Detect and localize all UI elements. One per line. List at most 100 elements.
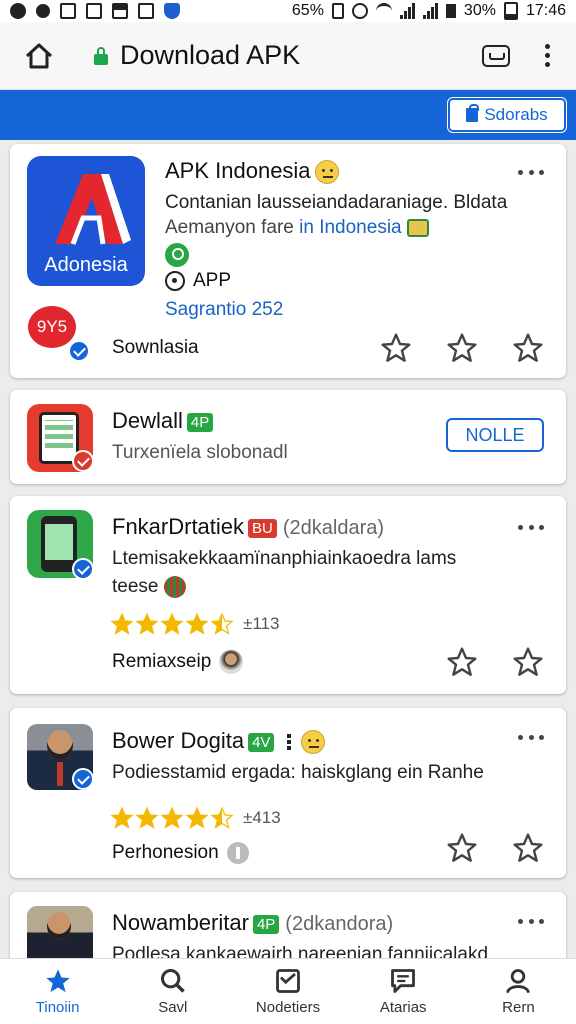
app-description: Contanian lausseiandadaraniage. Bldata [165,192,508,213]
bottom-navigation: Tinoiin Savl Nodetiers Atarias Rern [0,958,576,1024]
app-name-text: FnkarDrtatiek [112,514,245,539]
alarm-icon [351,3,368,19]
rating-stars: ±413 [110,806,281,830]
home-icon [25,43,53,68]
signal-icon-2 [422,3,438,19]
sim-icon [445,4,456,18]
star-outline-icon[interactable] [446,332,478,364]
developer-link[interactable]: Sagrantio 252 [165,299,283,321]
app-name: Bower Dogita 4V [112,728,325,755]
app-description: Ltemisakekkaamïnanphiainkaoedra lams [112,548,457,569]
desc-link[interactable]: in Indonesia [299,217,401,238]
star-outline-icon[interactable] [512,332,544,364]
rating-star-icon [210,806,234,829]
image-icon [138,3,154,19]
nav-label: Tinoiin [35,999,80,1016]
star-outline-icon[interactable] [512,646,544,678]
app-name: APK Indonesia [165,158,339,185]
more-options-button[interactable] [518,916,544,926]
rating-star-icon [185,806,209,829]
app-name-text: Bower Dogita [112,728,245,753]
nav-item-home[interactable]: Tinoiin [0,959,115,1024]
verified-check-icon [72,558,94,580]
neutral-face-icon [300,730,325,755]
app-name: Nowamberitar 4P (2dkandora) [112,910,393,936]
status-bar: 65% 30% 17:46 [0,0,576,22]
battery-percent: 30% [463,2,496,19]
shield-icon [164,3,180,19]
app-subtitle: (2dkaldara) [282,517,385,539]
lock-icon [94,46,108,65]
rating-stars: ±113 [110,612,279,636]
avatar [219,650,244,674]
app-card-fnkardrtatiek[interactable]: FnkarDrtatiek BU (2dkaldara) Ltemisakekkaa… [10,496,566,694]
rating-count: ±413 [243,808,281,827]
location-row [165,243,189,267]
app-footer-label: Remiaxseip [112,651,212,672]
app-name: Dewlall 4P [112,408,214,434]
search-icon [160,968,185,993]
more-options-button[interactable] [518,167,544,177]
location-pin-icon [165,243,189,267]
star-outline-icon[interactable] [446,832,478,864]
desc-continued: teese [112,576,159,598]
signal-icon [399,3,415,19]
nav-item-messages[interactable]: Atarias [346,959,461,1024]
nav-item-search[interactable]: Savl [115,959,230,1024]
version-badge: 4P [186,412,214,432]
menu-button[interactable] [532,36,562,76]
app-name-text: Dewlall [112,408,183,433]
app-card-bower-dogita[interactable]: Bower Dogita 4V Podiesstamid ergada: hais… [10,708,566,878]
verified-check-icon [68,340,90,362]
vibrate-icon [331,3,344,19]
clock: 17:46 [525,2,566,19]
app-type-label: APP [193,270,232,291]
vertical-dots-icon [286,734,291,751]
star-outline-icon[interactable] [446,646,478,678]
rating-star-icon [110,612,134,635]
more-options-button[interactable] [518,732,544,742]
nav-label: Rern [502,999,535,1016]
review-badge: 9Y5 [28,306,76,348]
nav-item-notifications[interactable]: Nodetiers [230,959,345,1024]
battery-text: 65% [291,2,324,19]
rating-star-icon [160,612,184,635]
app-name: FnkarDrtatiek BU (2dkaldara) [112,514,384,540]
neutral-face-icon [314,160,339,185]
rating-star-icon [160,806,184,829]
battery-icon [503,2,518,20]
star-icon [45,969,70,993]
nav-label: Atarias [379,999,427,1016]
home-button[interactable] [14,31,64,81]
rating-star-icon [210,612,234,635]
app-icon-label: Adonesia [44,254,128,276]
nav-item-profile[interactable]: Rern [461,959,576,1024]
app-description-2: teese [112,576,186,598]
app-card-dewlall[interactable]: Dewlall 4P Turxenïela slobonadl NOLLE [10,390,566,484]
tabs-button[interactable] [482,44,510,67]
review-badge-text: 9Y5 [36,317,68,336]
bag-icon [466,104,480,122]
rating-count: ±113 [243,614,280,633]
page-title[interactable]: Download APK [120,40,300,71]
apk-indonesia-app-icon[interactable]: Adonesia [27,156,145,286]
app-footer-label: Sownlasia [112,337,199,358]
star-outline-icon[interactable] [512,832,544,864]
rating-star-icon [135,612,159,635]
store-button[interactable]: Sdorabs [448,98,566,132]
rating-star-icon [135,806,159,829]
app-name-text: Nowamberitar [112,910,249,935]
star-outline-icon[interactable] [380,332,412,364]
settings-icon [36,4,50,18]
app-subtitle: (2dkandora) [285,913,394,935]
app-description: Podiesstamid ergada: haiskglang ein Ranh… [112,762,484,783]
more-options-button[interactable] [518,522,544,532]
version-badge: 4P [252,914,280,934]
install-button[interactable]: NOLLE [446,418,544,452]
app-card-apk-indonesia[interactable]: Adonesia APK Indonesia Contanian laussei… [10,144,566,378]
app-icon [86,3,102,19]
app-type-row: APP [165,270,231,292]
nav-label: Savl [158,999,188,1016]
store-button-label: Sdorabs [484,105,548,124]
app-footer: Perhonesion [112,842,249,864]
